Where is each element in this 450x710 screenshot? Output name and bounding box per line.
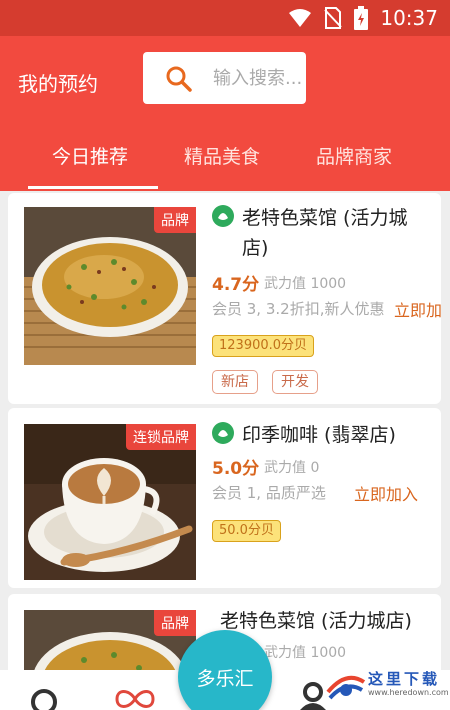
infinity-nav-icon[interactable] — [114, 688, 156, 710]
watermark-url: www.heredown.com — [368, 688, 449, 697]
join-link[interactable]: 立即加入 — [354, 481, 418, 505]
join-link[interactable]: 立即加入 — [394, 297, 441, 321]
watermark-logo-icon — [326, 675, 366, 700]
tab-brand-merchants[interactable]: 品牌商家 — [316, 142, 392, 169]
search-nav-icon[interactable] — [30, 686, 60, 710]
status-bar: 10:37 — [0, 0, 450, 36]
tab-fine-food[interactable]: 精品美食 — [184, 142, 260, 169]
status-time: 10:37 — [380, 6, 438, 30]
tab-bar: 今日推荐 精品美食 品牌商家 — [0, 136, 450, 191]
leaf-badge-icon — [212, 422, 234, 444]
leaf-badge-icon — [212, 205, 234, 227]
price-badge: 123900.0分贝 — [212, 335, 315, 357]
merchant-image: 品牌 — [24, 207, 196, 365]
shop-score: 4.7分 — [212, 275, 260, 295]
shop-power: 武力值 0 — [264, 460, 320, 476]
no-sim-icon — [324, 7, 343, 29]
search-icon[interactable] — [165, 65, 193, 93]
tag-developing: 开发 — [272, 370, 318, 394]
watermark: 这里下载 www.heredown.com — [318, 664, 450, 710]
merchant-card[interactable]: 连锁品牌 印季咖啡 (翡翠店) 5.0分 武力值 0 会员 1, 品质严选 立即… — [8, 408, 441, 588]
brand-ribbon: 连锁品牌 — [126, 424, 196, 450]
brand-ribbon: 品牌 — [154, 610, 196, 636]
shop-name: 老特色菜馆 (活力城店) — [242, 207, 408, 259]
shop-name: 印季咖啡 (翡翠店) — [242, 424, 396, 446]
watermark-text: 这里下载 — [368, 670, 441, 688]
search-input[interactable] — [213, 65, 305, 91]
shop-power: 武力值 1000 — [264, 645, 347, 661]
merchant-image: 连锁品牌 — [24, 424, 196, 580]
shop-score: 5.0分 — [212, 459, 260, 479]
tab-today-recommend[interactable]: 今日推荐 — [52, 142, 128, 169]
merchant-card[interactable]: 品牌 老特色菜馆 (活力城店) 4.7分 武力值 1000 会员 3, 3.2折… — [8, 193, 441, 404]
app-header: 我的预约 今日推荐 精品美食 品牌商家 — [0, 36, 450, 191]
wifi-icon — [289, 9, 312, 27]
page-title: 我的预约 — [18, 72, 98, 96]
price-badge: 50.0分贝 — [212, 520, 281, 542]
tag-new-store: 新店 — [212, 370, 258, 394]
fab-label: 多乐汇 — [196, 668, 254, 690]
active-tab-indicator — [28, 186, 158, 189]
brand-ribbon: 品牌 — [154, 207, 196, 233]
search-box[interactable] — [143, 52, 306, 104]
member-info: 会员 1, 品质严选 — [212, 484, 326, 502]
shop-power: 武力值 1000 — [264, 276, 347, 292]
shop-name: 老特色菜馆 (活力城店) — [220, 610, 412, 632]
member-info: 会员 3, 3.2折扣,新人优惠 — [212, 300, 385, 318]
battery-icon — [354, 6, 369, 30]
